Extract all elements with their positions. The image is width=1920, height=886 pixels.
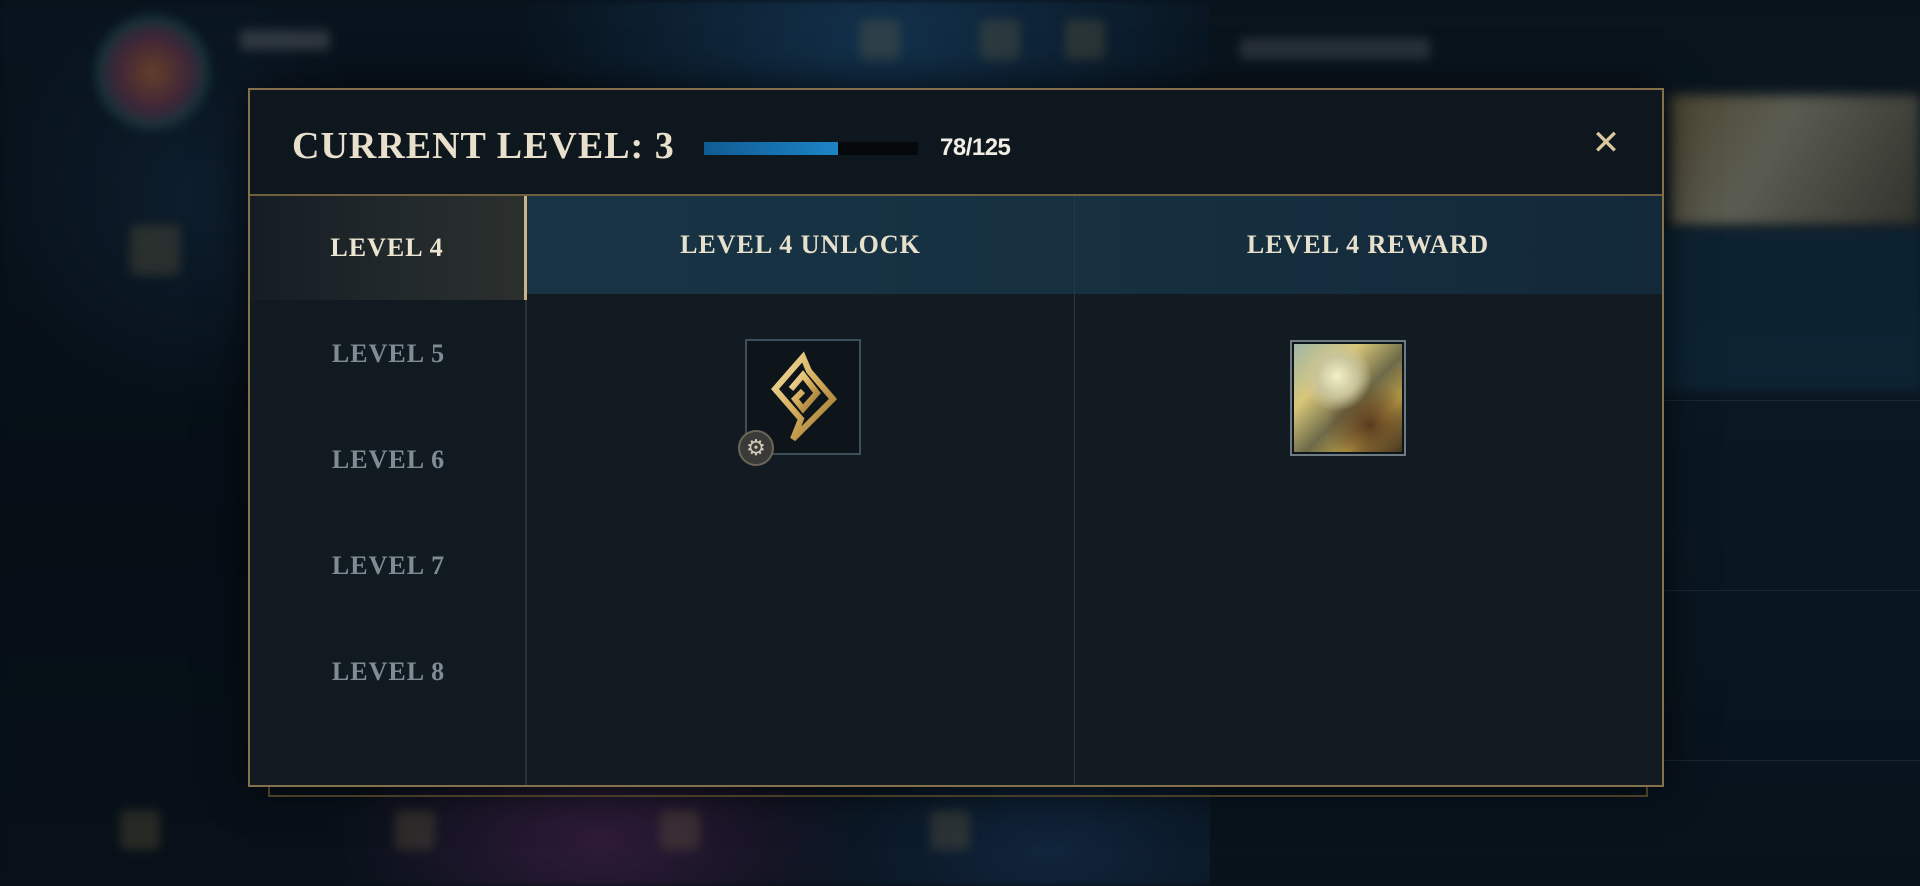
unlock-column-header: LEVEL 4 UNLOCK — [527, 196, 1074, 294]
unlock-header-label: LEVEL 4 UNLOCK — [680, 230, 921, 259]
sidebar-item-label: LEVEL 6 — [331, 445, 446, 474]
level-sidebar: LEVEL 4 LEVEL 5 LEVEL 6 LEVEL 7 LEVEL 8 — [250, 196, 527, 785]
sidebar-item-level-8[interactable]: LEVEL 8 — [250, 620, 527, 724]
level-progress-bar — [704, 142, 918, 155]
sidebar-item-level-4[interactable]: LEVEL 4 — [250, 196, 527, 300]
sidebar-item-level-6[interactable]: LEVEL 6 — [250, 408, 527, 512]
level-progress-fill — [704, 142, 838, 155]
modal-bottom-edge — [268, 787, 1648, 797]
sidebar-item-label: LEVEL 7 — [331, 551, 446, 580]
reward-header-label: LEVEL 4 REWARD — [1246, 230, 1490, 259]
reward-column-header: LEVEL 4 REWARD — [1074, 196, 1662, 294]
gear-icon: ⚙ — [738, 430, 774, 466]
level-rewards-modal: CURRENT LEVEL: 3 78/125 ✕ LEVEL 4 LEVEL … — [248, 88, 1664, 787]
column-divider — [1074, 294, 1075, 785]
sidebar-item-label: LEVEL 4 — [330, 233, 444, 262]
sidebar-item-level-7[interactable]: LEVEL 7 — [250, 514, 527, 618]
current-level-title: CURRENT LEVEL: 3 — [292, 125, 675, 167]
reward-item-slot[interactable] — [1290, 340, 1406, 456]
close-icon: ✕ — [1591, 123, 1621, 163]
close-button[interactable]: ✕ — [1590, 126, 1622, 160]
modal-header: CURRENT LEVEL: 3 78/125 ✕ — [250, 90, 1662, 196]
level-progress-text: 78/125 — [940, 134, 1011, 161]
level-content: LEVEL 4 UNLOCK LEVEL 4 REWARD — [527, 196, 1662, 785]
sidebar-item-level-5[interactable]: LEVEL 5 — [250, 302, 527, 406]
sidebar-item-label: LEVEL 8 — [331, 657, 446, 686]
champion-skin-icon — [1294, 344, 1402, 452]
sidebar-item-label: LEVEL 5 — [331, 339, 446, 368]
column-divider-top — [1074, 196, 1075, 294]
